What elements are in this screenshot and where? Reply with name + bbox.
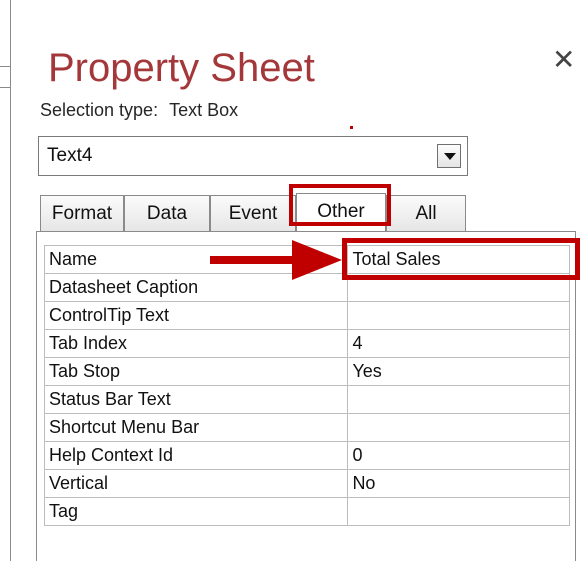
- property-value-input[interactable]: 0: [347, 441, 570, 470]
- property-label: ControlTip Text: [43, 301, 349, 330]
- annotation-arrow-icon: [210, 240, 342, 280]
- tab-format[interactable]: Format: [40, 195, 124, 231]
- table-row[interactable]: Shortcut Menu Bar: [43, 413, 570, 442]
- table-row[interactable]: ControlTip Text: [43, 301, 570, 330]
- tab-data[interactable]: Data: [124, 195, 210, 231]
- table-row[interactable]: Tab Stop Yes: [43, 357, 570, 386]
- chevron-down-icon[interactable]: [437, 144, 461, 168]
- property-label: Status Bar Text: [43, 385, 349, 414]
- property-value-input[interactable]: 4: [347, 329, 570, 358]
- tab-all[interactable]: All: [386, 195, 466, 231]
- table-row[interactable]: Vertical No: [43, 469, 570, 498]
- property-label: Tab Stop: [43, 357, 349, 386]
- object-selector-dropdown[interactable]: Text4: [38, 136, 468, 176]
- selection-type-label: Selection type:: [40, 100, 159, 120]
- selection-type: Selection type: Text Box: [40, 100, 238, 121]
- object-selector-value: Text4: [47, 145, 93, 166]
- property-label: Tag: [43, 497, 349, 526]
- property-label: Vertical: [43, 469, 349, 498]
- property-label: Tab Index: [43, 329, 349, 358]
- tab-event[interactable]: Event: [210, 195, 296, 231]
- table-row[interactable]: Help Context Id 0: [43, 441, 570, 470]
- property-value-input[interactable]: Yes: [347, 357, 570, 386]
- property-value-input[interactable]: [347, 301, 570, 330]
- close-icon[interactable]: ✕: [552, 46, 575, 74]
- property-value-input[interactable]: [347, 413, 570, 442]
- property-grid: Name Total Sales Datasheet Caption Contro…: [43, 245, 570, 526]
- property-value-input[interactable]: [347, 497, 570, 526]
- property-label: Shortcut Menu Bar: [43, 413, 349, 442]
- selection-type-value: Text Box: [169, 100, 239, 120]
- annotation-dot: [350, 126, 353, 129]
- property-label: Help Context Id: [43, 441, 349, 470]
- annotation-box-name-value: [342, 238, 580, 280]
- table-row[interactable]: Status Bar Text: [43, 385, 570, 414]
- table-row[interactable]: Tag: [43, 497, 570, 526]
- property-value-input[interactable]: No: [347, 469, 570, 498]
- page-title: Property Sheet: [48, 46, 315, 90]
- table-row[interactable]: Tab Index 4: [43, 329, 570, 358]
- window-edge-notch: [0, 66, 10, 88]
- annotation-box-other-tab: [289, 184, 391, 226]
- window-edge: [0, 0, 11, 561]
- property-value-input[interactable]: [347, 385, 570, 414]
- property-tabs: Format Data Event Other All: [40, 193, 480, 232]
